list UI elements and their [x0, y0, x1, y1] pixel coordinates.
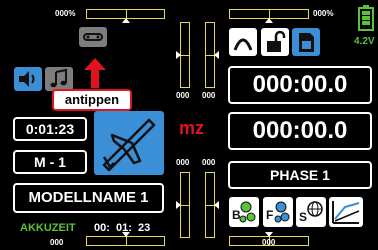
trim-bar-lower-right-vertical[interactable]: [205, 172, 219, 238]
diagram-button[interactable]: [329, 197, 363, 227]
svg-text:F: F: [266, 208, 273, 222]
battery-voltage: 4.2V: [354, 36, 375, 47]
sd-card-icon: [299, 33, 314, 52]
trim-bar-bottom-left[interactable]: [86, 232, 165, 246]
key-lock-button[interactable]: [261, 28, 289, 56]
trim-left-value-b: 000: [176, 158, 190, 167]
mz-logo: mz: [179, 118, 205, 138]
s-globe-button[interactable]: S: [296, 197, 326, 227]
speaker-icon: [19, 71, 35, 87]
trim-bar-top-left[interactable]: [86, 9, 165, 23]
gear-button[interactable]: F: [263, 197, 293, 227]
speaker-button[interactable]: [14, 67, 42, 91]
servo-display-button[interactable]: [79, 27, 107, 47]
model-type-button[interactable]: [94, 111, 164, 175]
gear-tree-button[interactable]: B: [229, 197, 259, 227]
trim-right-value-b: 000: [202, 158, 216, 167]
akkuzeit-label: AKKUZEIT: [20, 222, 76, 234]
gear-tree-icon: B: [232, 201, 256, 223]
model-name[interactable]: MODELLNAME 1: [13, 183, 164, 213]
key-lock-icon: [267, 30, 286, 52]
trim-bottom-right-value: 000: [262, 238, 276, 247]
model-memory[interactable]: M - 1: [13, 150, 87, 174]
model-timer[interactable]: 0:01:23: [13, 117, 87, 141]
battery-icon: [358, 5, 374, 31]
timer-bottom-display[interactable]: 000:00.0: [228, 112, 372, 150]
trim-bar-top-right[interactable]: [229, 9, 309, 23]
arrows-diagram-icon: [332, 201, 360, 224]
s-globe-icon: S: [299, 201, 323, 224]
airplane-icon: [102, 118, 156, 172]
phase-display[interactable]: PHASE 1: [228, 161, 372, 189]
music-note-icon: [50, 68, 67, 88]
timer-top-display[interactable]: 000:00.0: [228, 66, 372, 104]
gear-icon: F: [266, 201, 290, 223]
trim-bottom-left-value: 000: [50, 238, 64, 247]
trim-left-value-a: 000: [176, 91, 190, 100]
transmitter-screen: 000% 000% 4.2V antippen 000 000 000:00.0…: [0, 0, 378, 250]
trim-bar-right-vertical[interactable]: [205, 22, 219, 88]
sd-card-button[interactable]: [292, 28, 320, 56]
trim-right-value-a: 000: [202, 91, 216, 100]
antippen-callout: antippen: [52, 89, 132, 111]
music-button[interactable]: [45, 67, 73, 91]
trim-bar-left-vertical[interactable]: [176, 22, 190, 88]
arc-icon: [233, 38, 253, 51]
pointer-arrow: [84, 58, 106, 88]
svg-text:S: S: [299, 210, 307, 224]
trim-percent-top-right: 000%: [313, 9, 334, 18]
trim-percent-top-left: 000%: [55, 9, 76, 18]
trim-bar-lower-left-vertical[interactable]: [176, 172, 190, 238]
servo-monitor-button[interactable]: [229, 28, 257, 56]
servo-icon: [83, 33, 103, 41]
